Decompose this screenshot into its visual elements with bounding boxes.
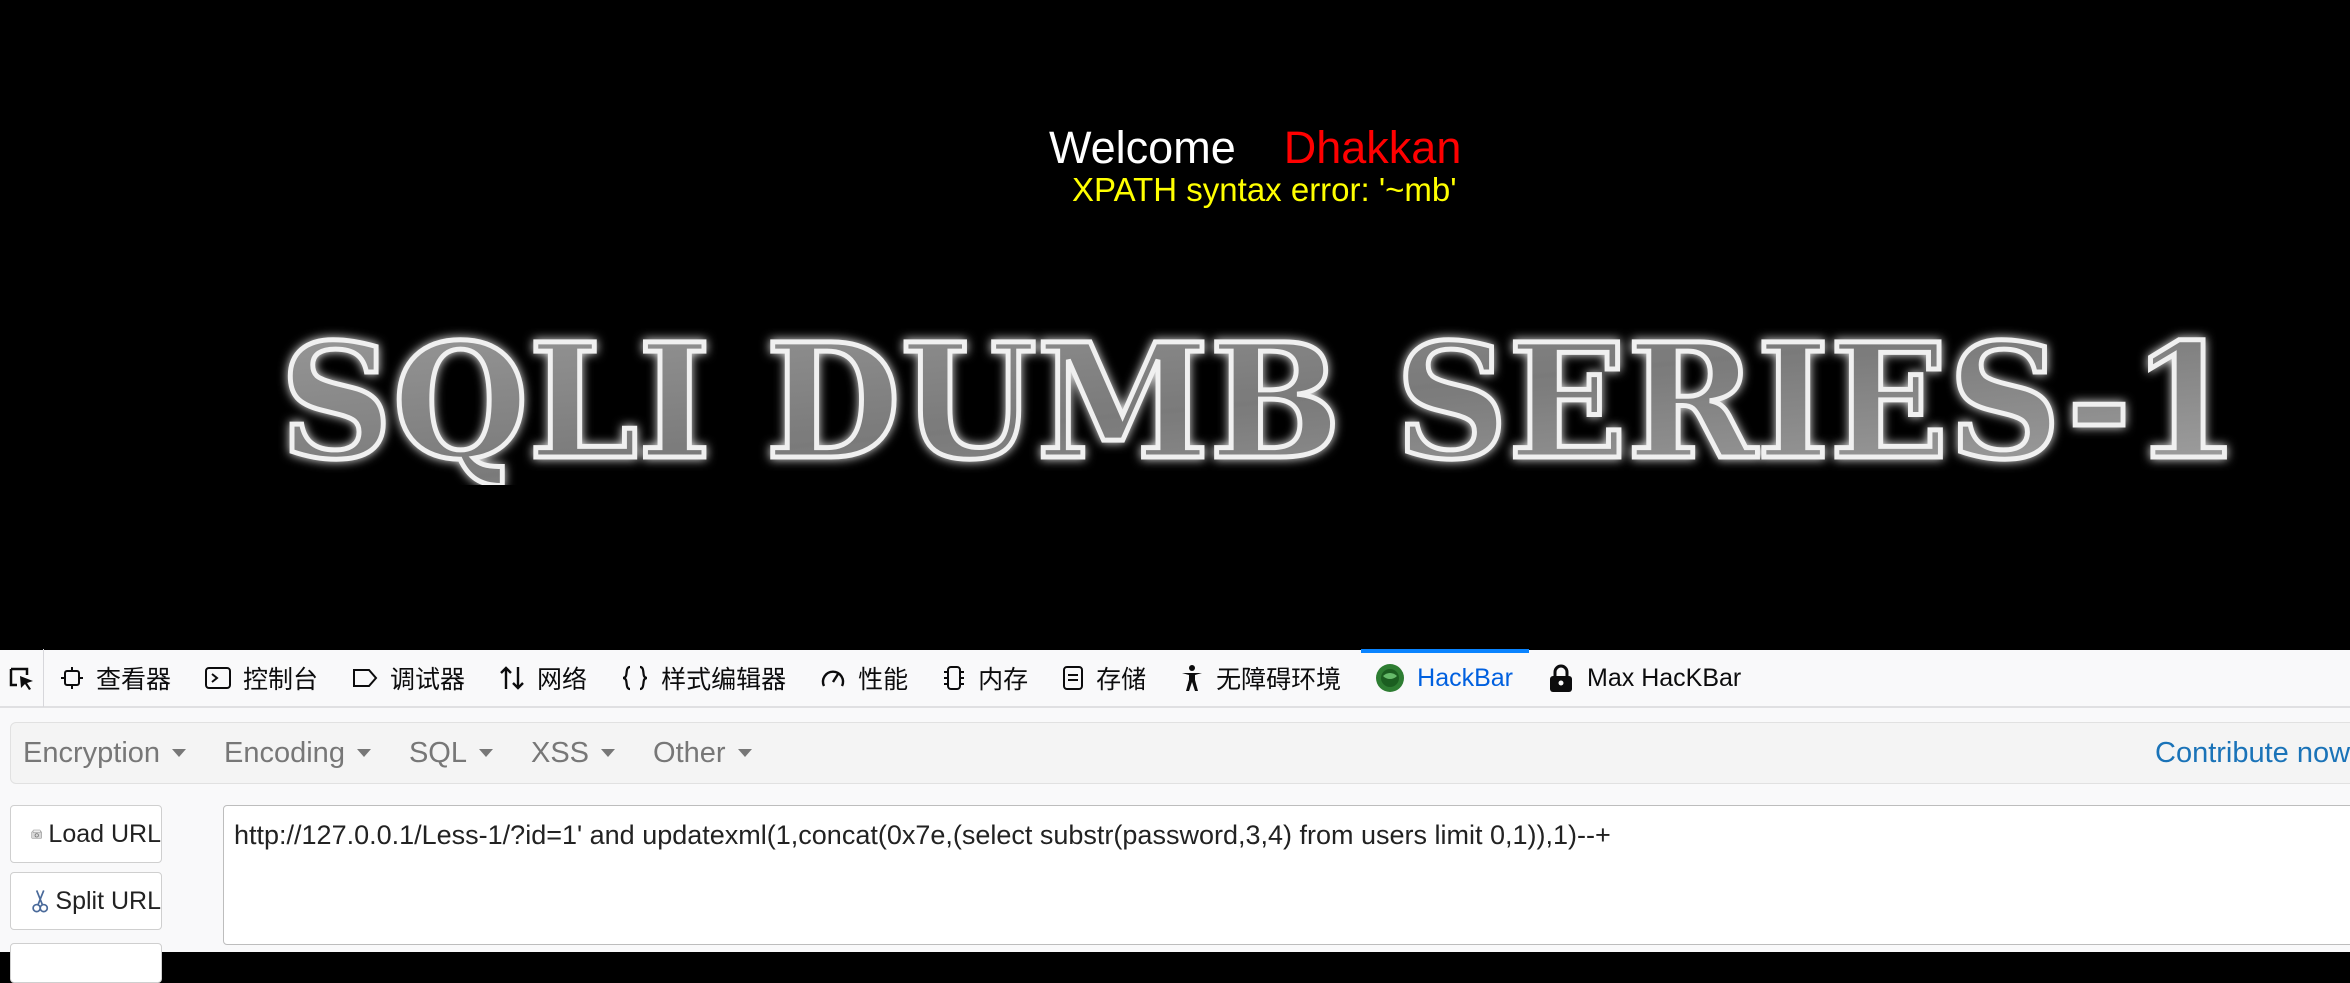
network-icon (500, 666, 524, 690)
banner-title: SQLI DUMB SERIES-1 (278, 308, 2243, 486)
performance-icon (821, 670, 845, 687)
menu-label: SQL (408, 736, 467, 769)
menu-encryption[interactable]: Encryption (23, 736, 187, 770)
hackbar-icon (1376, 664, 1405, 692)
caret-down-icon (172, 749, 187, 757)
devtools-panel: 查看器 控制台 调试器 网络 样式编辑器 性能 内存 存储 无障碍环境 Hack… (0, 649, 2350, 983)
inspector-icon (61, 667, 83, 689)
accessibility-icon (1182, 665, 1203, 691)
storage-icon (1063, 666, 1084, 690)
tab-debugger[interactable]: 调试器 (352, 649, 481, 707)
caret-down-icon (478, 749, 493, 757)
tab-label: 网络 (537, 666, 588, 694)
tab-accessibility[interactable]: 无障碍环境 (1180, 649, 1357, 707)
tab-label: 性能 (858, 666, 909, 694)
lock-icon (1550, 664, 1573, 692)
caret-down-icon (737, 749, 752, 757)
caret-down-icon (601, 749, 616, 757)
banner-text: SQLI DUMB SERIES-1 (280, 310, 2240, 485)
menu-sql[interactable]: SQL (409, 737, 493, 770)
tab-label: 控制台 (243, 666, 319, 694)
load-url-label: Load URL (48, 819, 161, 848)
tab-storage[interactable]: 存储 (1062, 649, 1162, 707)
tab-console[interactable]: 控制台 (205, 649, 334, 707)
menu-other[interactable]: Other (653, 737, 752, 770)
menu-xss[interactable]: XSS (530, 736, 616, 770)
scissors-icon (32, 890, 49, 913)
tab-inspector[interactable]: 查看器 (60, 649, 187, 707)
tab-label: HackBar (1417, 663, 1514, 692)
menu-label: Other (653, 736, 726, 769)
url-input[interactable]: http://127.0.0.1/Less-1/?id=1' and updat… (223, 805, 2350, 945)
welcome-line: Welcome Dhakkan (1049, 120, 1461, 176)
split-url-label: Split URL (55, 886, 161, 915)
tab-label: 调试器 (390, 666, 466, 694)
memory-icon (944, 666, 965, 690)
load-icon (31, 829, 43, 839)
error-message: XPATH syntax error: '~mb' (1072, 171, 1457, 208)
tab-network[interactable]: 网络 (499, 649, 603, 707)
hackbar-menubar: Encryption Encoding SQL XSS Other Contri… (10, 722, 2350, 784)
tab-max-hackbar[interactable]: Max HacKBar (1547, 649, 1757, 707)
menu-label: Encoding (224, 736, 345, 769)
execute-button[interactable] (10, 943, 162, 983)
element-picker-icon (9, 667, 33, 690)
menu-label: Encryption (23, 736, 161, 769)
menu-label: XSS (530, 736, 590, 769)
tab-label: 存储 (1096, 666, 1147, 694)
devtools-tabstrip: 查看器 控制台 调试器 网络 样式编辑器 性能 内存 存储 无障碍环境 Hack… (0, 649, 2350, 708)
tab-label: 样式编辑器 (661, 666, 787, 694)
tab-memory[interactable]: 内存 (942, 649, 1044, 707)
tab-label: Max HacKBar (1587, 663, 1742, 692)
tab-performance[interactable]: 性能 (820, 649, 924, 707)
debugger-icon (353, 669, 378, 687)
tab-label: 无障碍环境 (1216, 666, 1342, 694)
page-content: Welcome Dhakkan XPATH syntax error: '~mb'… (0, 0, 2350, 650)
caret-down-icon (356, 749, 371, 757)
welcome-text: Welcome (1049, 122, 1236, 173)
tab-hackbar[interactable]: HackBar (1361, 649, 1529, 707)
element-picker-button[interactable] (0, 649, 44, 707)
user-name: Dhakkan (1283, 122, 1462, 173)
menu-encoding[interactable]: Encoding (224, 737, 371, 770)
split-url-button[interactable]: Split URL (10, 872, 162, 930)
contribute-link[interactable]: Contribute now! (2155, 737, 2350, 770)
tab-label: 查看器 (96, 666, 172, 694)
tab-label: 内存 (978, 666, 1029, 694)
load-url-button[interactable]: Load URL (10, 805, 162, 863)
tab-style-editor[interactable]: 样式编辑器 (621, 649, 802, 707)
console-icon (205, 667, 232, 689)
style-editor-icon (623, 665, 648, 691)
